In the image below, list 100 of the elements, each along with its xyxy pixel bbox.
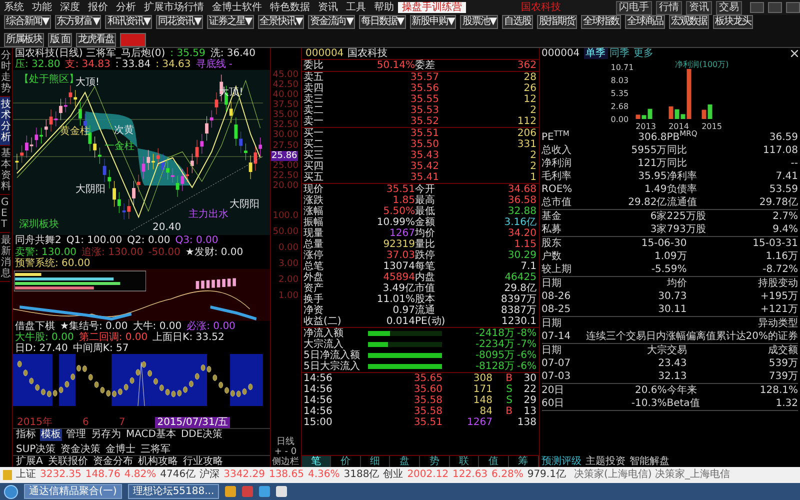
template-tab[interactable]: 指标 [15,429,37,441]
price-axis-label: 32.50 [272,120,300,130]
template-tab[interactable]: MACD基本 [125,429,177,441]
menu-button[interactable]: 交易 [716,0,742,14]
news-dropdown[interactable]: 资金流向▼ [308,15,355,29]
news-dropdown[interactable]: 和讯资讯▼ [105,15,152,29]
f10-link[interactable]: 主题投资 [586,456,626,467]
f10-cell-text: 30.11 [657,304,687,316]
template-tab[interactable]: DDE决策 [180,429,224,441]
toolbar-button[interactable]: 自选股 [502,15,534,29]
extension-tab[interactable]: 资金分布 [92,456,134,467]
histogram-bar [196,280,200,289]
menu-item[interactable]: 分析 [112,2,140,14]
chart-header-text: 支: 34.83 [65,59,110,70]
start-icon[interactable] [4,484,18,498]
side-tab[interactable]: 基本资料 [0,146,10,195]
side-tab[interactable]: 最新消息 [0,233,10,282]
toolbar-button[interactable]: 全球指数 [581,15,622,29]
value-text: 362 [516,60,536,72]
signal-dot [82,366,87,372]
menu-item[interactable]: 系统 [0,2,28,14]
order-label: 卖四 [304,83,324,94]
extension-tab[interactable]: 扩展A [15,456,44,467]
toolbar-button[interactable]: 宏观数据 [669,15,710,29]
news-dropdown[interactable]: 每日数据▼ [358,15,406,29]
toolbar-button[interactable]: 板块龙头 [713,15,754,29]
chart-header-text: : 34.63 [156,59,191,70]
tick-time: 14:56 [304,395,334,406]
stat-value: 46425 [504,272,536,284]
template-tab[interactable]: 管理 [65,429,87,441]
f10-cell-text: 持股变动 [757,278,798,290]
template-tab[interactable]: 资金决策 [60,444,102,455]
menu-button[interactable]: 行情 [656,0,682,14]
side-tab[interactable]: 分时走势 [0,48,10,97]
x-tick-label: 2014 [668,122,688,132]
template-tab[interactable]: 模板 [40,429,62,441]
menu-item[interactable]: 特色数据 [266,2,314,14]
template-tab[interactable]: SUP决策 [15,444,57,455]
order-label: 买五 [304,172,324,184]
news-dropdown[interactable]: 东方财富▼ [54,15,102,29]
quote-tab[interactable]: 笔 [302,456,332,467]
tick-time: 15:00 [304,417,334,428]
template-tab[interactable]: 另存为 [90,429,122,441]
toolbar-button[interactable]: 股指期货 [537,15,578,29]
taskbar-window[interactable]: 理想论坛55188... [128,484,220,499]
news-dropdown[interactable]: 全景快讯▼ [258,15,304,29]
period-tab[interactable]: 单季 [584,48,608,60]
indicator-value: 同舟共舞2 [15,235,62,246]
news-dropdown[interactable]: 同花资讯▼ [156,15,203,29]
toolbar-button[interactable]: 龙虎看盘 [76,33,116,47]
toolbar-button[interactable]: 所属板块 [4,33,44,47]
menu-item[interactable]: 扩展市场行情 [140,2,208,14]
menu-item[interactable]: 功能 [28,2,56,14]
news-dropdown[interactable]: 股票池▼ [460,15,498,29]
axis-footer-text[interactable]: 侧边栏 [270,456,300,467]
menu-button[interactable]: 资讯 [686,0,712,14]
menu-button[interactable]: 闪电手 [616,0,652,14]
indicator-value: Q1: 100.00 [66,235,122,246]
toolbar-button[interactable]: 版 面 [48,33,72,47]
side-tab[interactable]: GET [0,195,10,233]
f10-link[interactable]: 预测评级 [542,456,582,467]
period-tab[interactable]: 同季 [608,48,632,60]
axis-label: 50.00 [272,227,300,238]
template-tab[interactable]: 金博士 [104,444,137,455]
price-axis-label: 22.50 [272,170,300,181]
menu-item[interactable]: 金博士软件 [208,2,266,14]
training-menu-item[interactable]: 操盘手训练营 [398,2,466,14]
date-label: 6 [82,416,89,428]
taskbar-window[interactable]: 通达信精品聚合(一) [24,484,122,499]
app-icon[interactable] [225,486,236,497]
chart-label: 深圳板块 [18,218,60,230]
side-tab[interactable]: 技术分析 [0,97,10,146]
news-dropdown[interactable]: 新股申购▼ [410,15,456,29]
y-tick-label: 10.71 [610,63,634,72]
template-tab[interactable]: 三将军 [140,444,172,455]
toolbar-button[interactable]: 全球商品 [625,15,666,29]
news-dropdown[interactable]: 综合新闻▼ [4,15,51,29]
extension-tab[interactable]: 关联报价 [46,456,89,467]
app-icon[interactable] [276,486,288,497]
news-dropdown[interactable]: 证券之星▼ [206,15,254,29]
menu-item[interactable]: 工具 [342,2,370,14]
f10-cell-text: 36.59 [768,132,798,144]
extension-tab[interactable]: 机构攻略 [136,456,179,467]
indicator-value: 上面日K: 33.52 [152,332,224,344]
axis-footer-text[interactable]: 日线 [270,436,300,447]
f10-cell-text: 23.43 [657,358,687,370]
app-icon[interactable] [259,486,270,497]
menu-item[interactable]: 帮助 [370,2,398,14]
stat-label: 内盘 [415,272,436,284]
axis-footer-text[interactable]: + - 0 [270,446,300,457]
period-tab[interactable]: 更多 [632,48,656,60]
date-label: 7 [118,416,126,428]
f10-link[interactable]: 智能解盘 [630,456,670,467]
order-price: 35.53 [409,105,439,116]
f10-cell-text: 1.09万 [653,251,687,262]
menu-item[interactable]: 资讯 [314,2,342,14]
extension-tab[interactable]: 行业攻略 [182,456,224,467]
menu-item[interactable]: 报价 [84,2,112,14]
menu-item[interactable]: 深度 [56,2,84,14]
f10-cell-text: 35.95 [637,171,667,182]
